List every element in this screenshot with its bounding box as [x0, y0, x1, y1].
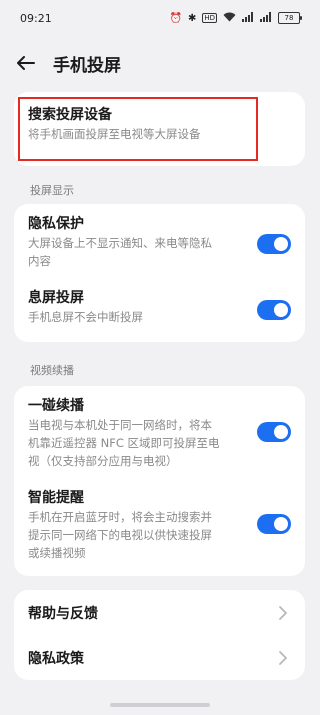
smart-reminder-toggle[interactable] — [257, 514, 291, 534]
smart-reminder-title: 智能提醒 — [28, 490, 84, 506]
continue-play-card: 一碰续播 当电视与本机处于同一网络时，将本 机靠近遥控器 NFC 区域即可投屏至… — [14, 386, 305, 576]
help-feedback-label: 帮助与反馈 — [28, 606, 98, 622]
smart-reminder-row[interactable]: 智能提醒 手机在开启蓝牙时，将会主动搜索并 提示同一网络下的电视以供快速投屏 或… — [14, 482, 305, 576]
screen-off-cast-title: 息屏投屏 — [28, 290, 84, 306]
hd-icon: HD — [202, 13, 217, 23]
privacy-protection-row[interactable]: 隐私保护 大屏设备上不显示通知、来电等隐私 内容 — [14, 204, 305, 282]
screen-off-cast-row[interactable]: 息屏投屏 手机息屏不会中断投屏 — [14, 282, 305, 342]
privacy-protection-subtitle-2: 内容 — [28, 254, 51, 268]
battery-icon: 78 — [278, 12, 302, 24]
screen-off-cast-subtitle: 手机息屏不会中断投屏 — [28, 310, 143, 324]
alarm-icon: ⏰ — [169, 12, 182, 24]
status-bar: 09:21 ⏰ ✱ HD 78 — [0, 0, 320, 36]
screen-off-cast-toggle[interactable] — [257, 300, 291, 320]
privacy-policy-row[interactable]: 隐私政策 — [14, 635, 305, 680]
privacy-protection-subtitle-1: 大屏设备上不显示通知、来电等隐私 — [28, 236, 212, 250]
tap-continue-subtitle-2: 机靠近遥控器 NFC 区域即可投屏至电 — [28, 436, 220, 450]
bluetooth-icon: ✱ — [187, 12, 197, 24]
section-label-continue: 视频续播 — [30, 364, 74, 377]
chevron-right-icon — [279, 651, 287, 665]
status-time: 09:21 — [20, 11, 52, 25]
privacy-protection-toggle[interactable] — [257, 234, 291, 254]
home-indicator[interactable] — [110, 703, 210, 707]
wifi-icon — [223, 12, 236, 25]
smart-reminder-subtitle-1: 手机在开启蓝牙时，将会主动搜索并 — [28, 510, 212, 524]
smart-reminder-subtitle-3: 或续播视频 — [28, 546, 86, 560]
tap-continue-toggle[interactable] — [257, 422, 291, 442]
display-settings-card: 隐私保护 大屏设备上不显示通知、来电等隐私 内容 息屏投屏 手机息屏不会中断投屏 — [14, 204, 305, 342]
chevron-right-icon — [279, 606, 287, 620]
links-card: 帮助与反馈 隐私政策 — [14, 590, 305, 680]
header: 手机投屏 — [0, 46, 320, 80]
tap-continue-title: 一碰续播 — [28, 398, 84, 414]
smart-reminder-subtitle-2: 提示同一网络下的电视以供快速投屏 — [28, 528, 212, 542]
back-arrow-icon[interactable] — [14, 51, 38, 75]
help-feedback-row[interactable]: 帮助与反馈 — [14, 590, 305, 635]
signal-icon-2 — [260, 11, 272, 25]
page-title: 手机投屏 — [53, 55, 121, 76]
tap-continue-subtitle-3: 视（仅支持部分应用与电视） — [28, 454, 178, 468]
privacy-policy-label: 隐私政策 — [28, 651, 84, 667]
tap-continue-subtitle-1: 当电视与本机处于同一网络时，将本 — [28, 418, 212, 432]
privacy-protection-title: 隐私保护 — [28, 216, 84, 232]
highlight-box — [18, 97, 258, 161]
signal-icon — [242, 11, 254, 25]
section-label-display: 投屏显示 — [30, 184, 74, 197]
tap-continue-row[interactable]: 一碰续播 当电视与本机处于同一网络时，将本 机靠近遥控器 NFC 区域即可投屏至… — [14, 386, 305, 478]
status-icons: ⏰ ✱ HD 78 — [169, 11, 302, 25]
